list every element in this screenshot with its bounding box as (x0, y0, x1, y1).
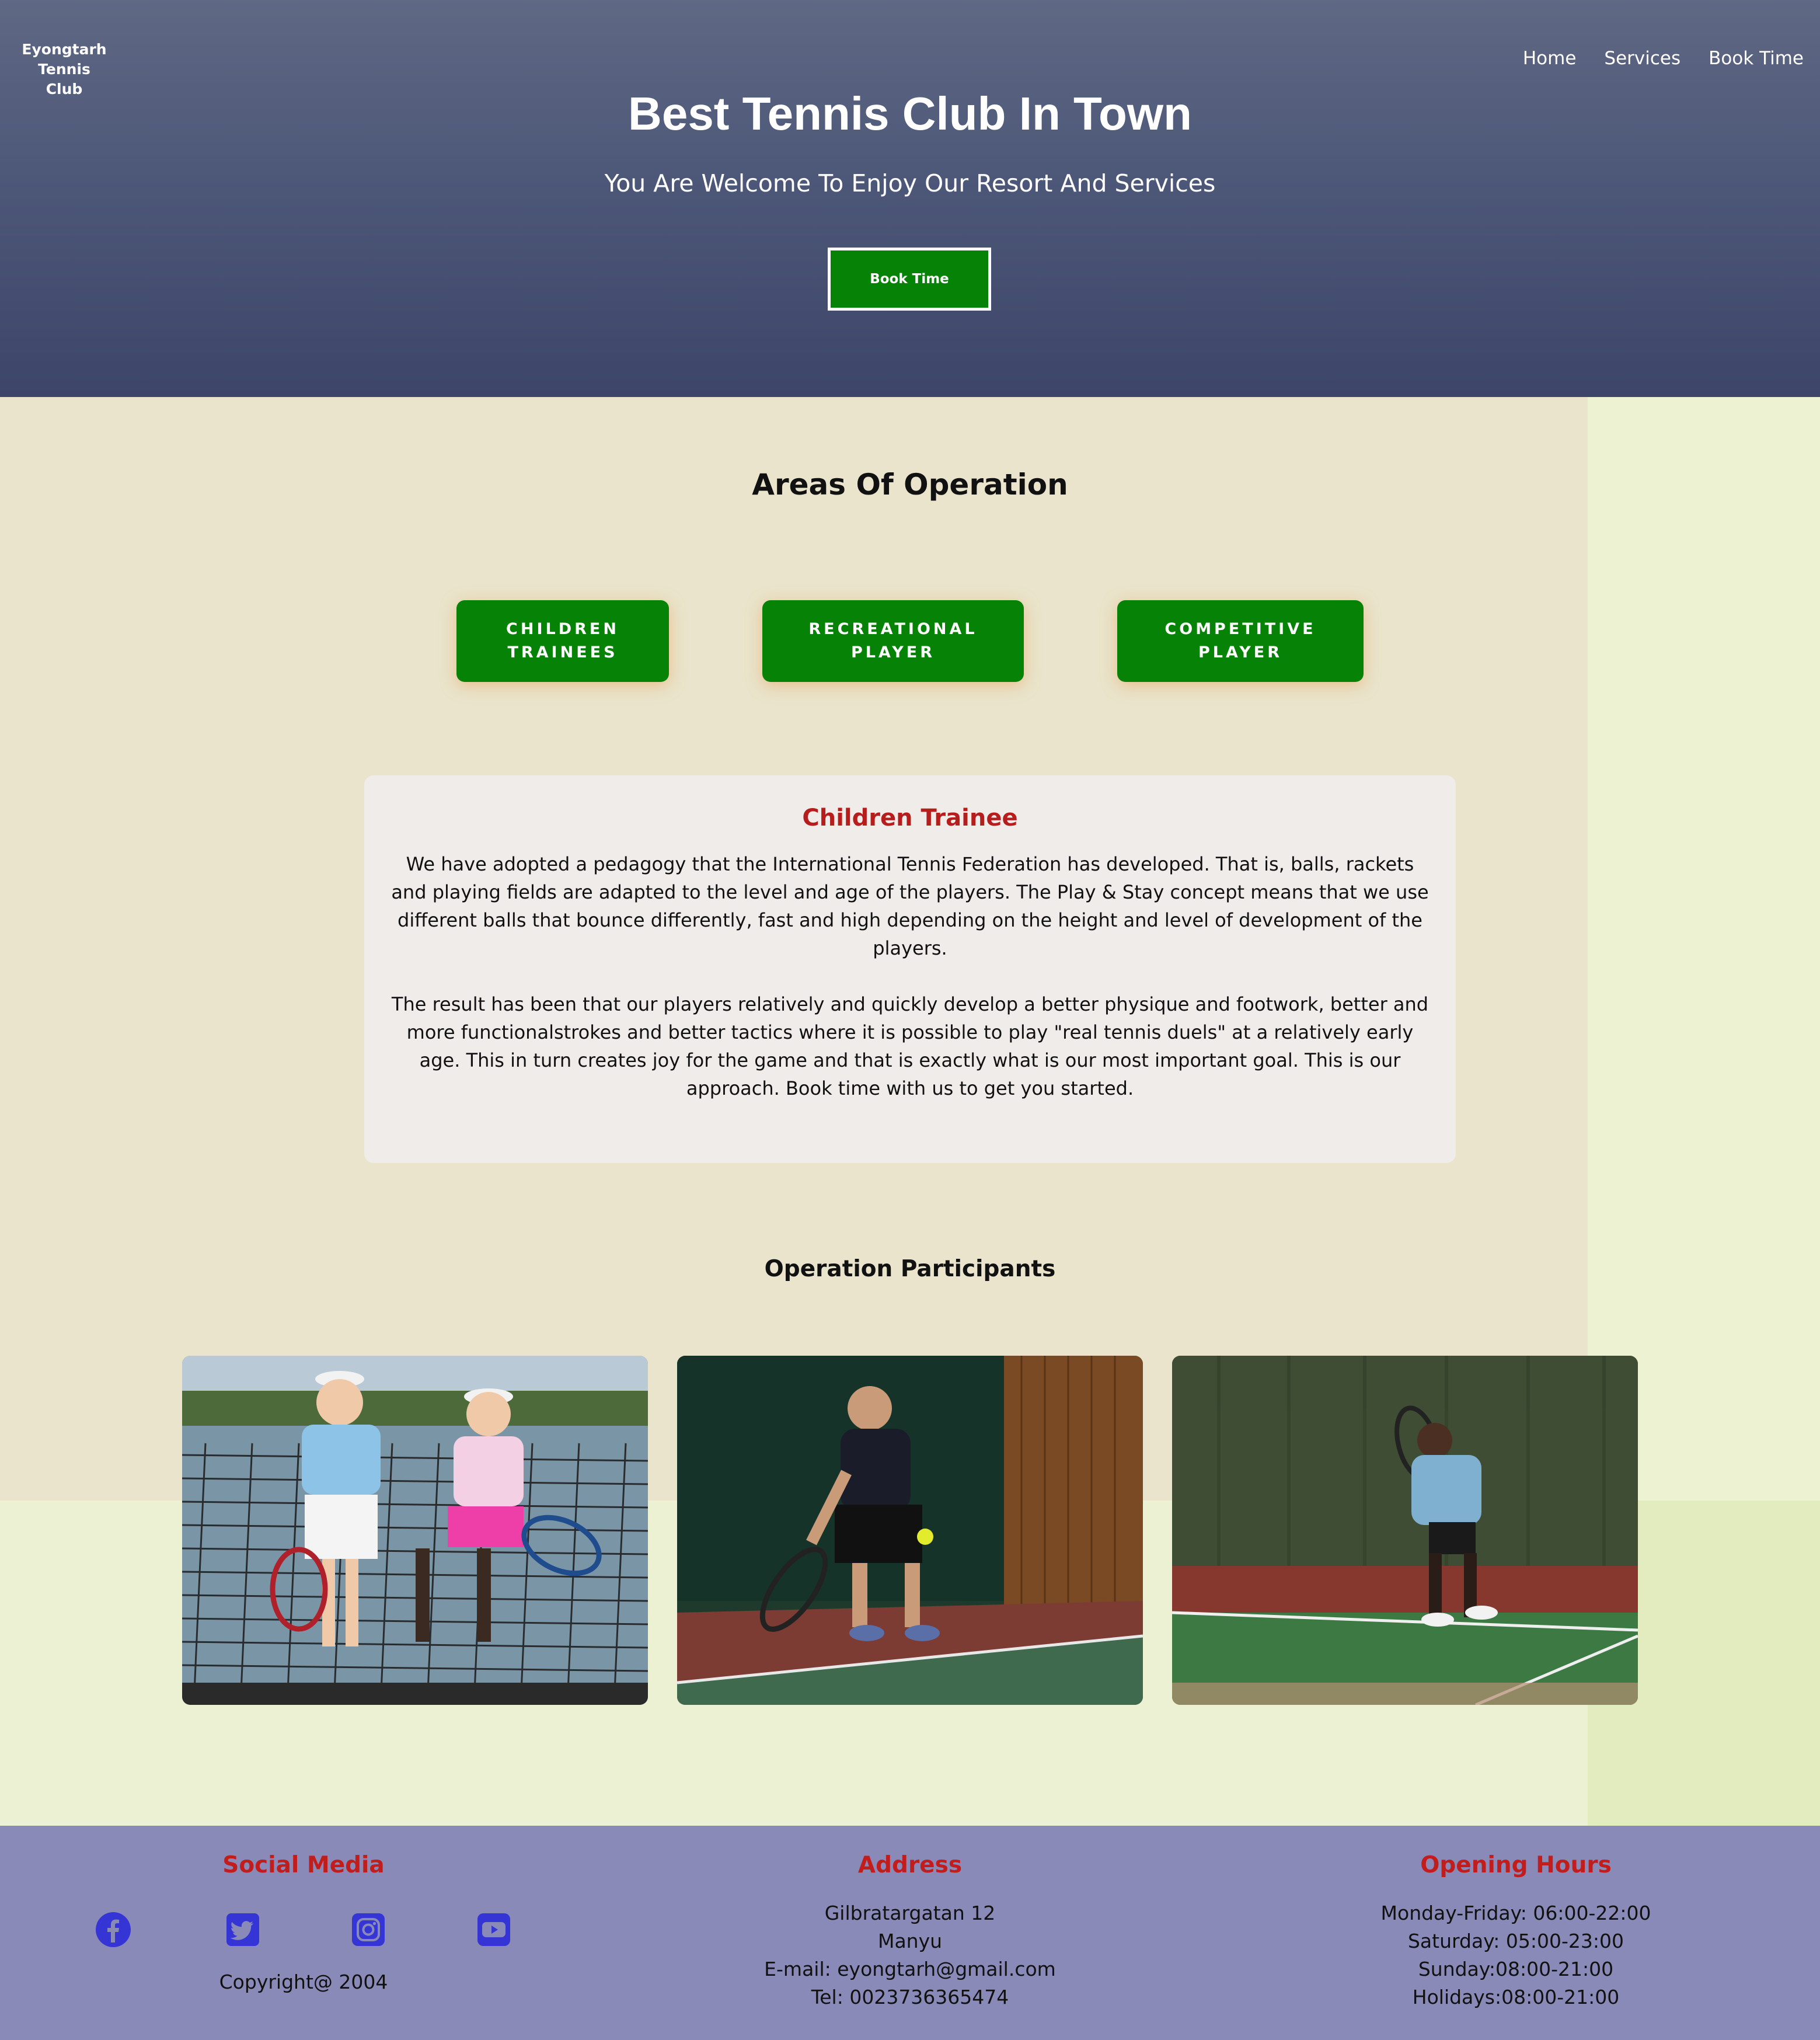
hours-saturday: Saturday: 05:00-23:00 (1407, 1930, 1624, 1952)
children-players-photo (182, 1356, 648, 1705)
address-city: Manyu (877, 1930, 943, 1952)
facebook-icon[interactable] (95, 1911, 132, 1948)
instagram-icon[interactable] (350, 1911, 387, 1948)
hours-weekdays: Monday-Friday: 06:00-22:00 (1380, 1902, 1651, 1924)
footer-social: Social Media Copyright@ 2004 (58, 1849, 549, 1996)
address-phone[interactable]: Tel: 0023736365474 (677, 1983, 1143, 2011)
info-card-title: Children Trainee (802, 805, 1018, 831)
children-trainees-button[interactable]: CHILDREN TRAINEES (456, 600, 669, 682)
hero-subtitle: You Are Welcome To Enjoy Our Resort And … (604, 169, 1216, 197)
twitter-icon[interactable] (224, 1911, 262, 1948)
participants-title: Operation Participants (764, 1256, 1056, 1282)
hero-header: Eyongtarh Tennis Club Home Services Book… (0, 0, 1820, 397)
address-title: Address (857, 1852, 963, 1878)
info-card-paragraph-1: We have adopted a pedagogy that the Inte… (391, 853, 1429, 959)
nav-home[interactable]: Home (1523, 46, 1577, 71)
recreational-player-button[interactable]: RECREATIONAL PLAYER (762, 600, 1024, 682)
competitive-player-button[interactable]: COMPETITIVE PLAYER (1117, 600, 1364, 682)
nav-book-time[interactable]: Book Time (1709, 46, 1804, 71)
info-card-paragraph-2: The result has been that our players rel… (391, 993, 1429, 1099)
hours-sunday: Sunday:08:00-21:00 (1418, 1958, 1614, 1980)
areas-title: Areas Of Operation (752, 468, 1068, 502)
address-street: Gilbratargatan 12 (824, 1902, 996, 1924)
hours-title: Opening Hours (1420, 1852, 1612, 1878)
footer-address: Address Gilbratargatan 12 Manyu E-mail: … (677, 1849, 1143, 2011)
address-email[interactable]: E-mail: eyongtarh@gmail.com (677, 1955, 1143, 1983)
social-title: Social Media (222, 1852, 385, 1878)
info-card: Children Trainee We have adopted a pedag… (364, 775, 1456, 1163)
main-nav: Home Services Book Time (1523, 46, 1804, 71)
youtube-icon[interactable] (475, 1911, 512, 1948)
copyright-text: Copyright@ 2004 (219, 1971, 388, 1993)
book-time-button[interactable]: Book Time (828, 248, 991, 311)
footer: Social Media Copyright@ 2004 Address Gil… (0, 1826, 1820, 2040)
social-icons (58, 1911, 549, 1958)
children-trainees-label: CHILDREN TRAINEES (506, 620, 619, 662)
logo-line-1: Eyongtarh (22, 41, 107, 58)
recreational-player-label: RECREATIONAL PLAYER (808, 620, 978, 662)
competitive-player-photo (1172, 1356, 1638, 1705)
hours-holidays: Holidays:08:00-21:00 (1412, 1986, 1620, 2008)
recreational-player-photo (677, 1356, 1143, 1705)
hero-title: Best Tennis Club In Town (628, 88, 1192, 140)
hours-lines: Monday-Friday: 06:00-22:00 Saturday: 05:… (1282, 1899, 1749, 2011)
competitive-player-label: COMPETITIVE PLAYER (1164, 620, 1316, 662)
address-lines: Gilbratargatan 12 Manyu E-mail: eyongtar… (677, 1899, 1143, 2011)
footer-hours: Opening Hours Monday-Friday: 06:00-22:00… (1282, 1849, 1749, 2011)
nav-services[interactable]: Services (1604, 46, 1680, 71)
